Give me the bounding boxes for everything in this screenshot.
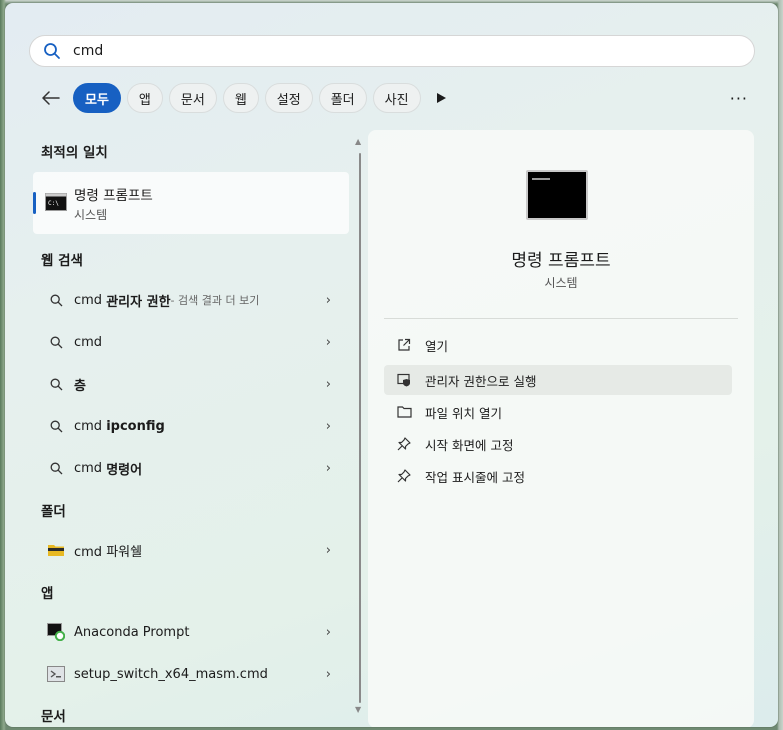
section-documents: 문서 <box>41 709 66 725</box>
web-result-bold: 층 <box>74 378 86 394</box>
chevron-right-icon: › <box>325 335 331 350</box>
chevron-right-icon: › <box>325 543 331 558</box>
web-result-bold: 관리자 권한 <box>106 294 171 310</box>
scroll-up-icon[interactable]: ▲ <box>355 137 361 146</box>
tab-apps[interactable]: 앱 <box>126 83 163 113</box>
section-folders: 폴더 <box>41 504 66 520</box>
filter-bar: 모두 앱 문서 웹 설정 폴더 사진 <box>39 83 451 113</box>
action-label: 관리자 권한으로 실행 <box>425 373 537 389</box>
search-icon <box>47 462 65 475</box>
best-match-title: 명령 프롬프트 <box>74 188 153 204</box>
chevron-right-icon: › <box>325 293 331 308</box>
search-icon <box>47 420 65 433</box>
folder-result-label: cmd 파워쉘 <box>74 544 143 560</box>
best-match-subtitle: 시스템 <box>74 208 108 222</box>
chevron-right-icon: › <box>325 667 331 682</box>
web-result-bold: 명령어 <box>106 462 143 478</box>
selection-indicator <box>33 192 36 214</box>
open-external-icon <box>396 338 412 352</box>
app-result-item[interactable]: Anaconda Prompt › <box>33 612 349 652</box>
action-label: 파일 위치 열기 <box>425 405 502 421</box>
web-result-prefix: cmd <box>74 460 103 476</box>
chevron-right-icon: › <box>325 419 331 434</box>
action-open-file-location[interactable]: 파일 위치 열기 <box>384 397 732 427</box>
web-result-prefix: cmd <box>74 292 103 308</box>
folder-icon <box>47 543 65 557</box>
web-result-item[interactable]: 층 › <box>33 364 349 404</box>
section-web-search: 웹 검색 <box>41 253 83 269</box>
play-more-icon[interactable] <box>435 90 451 106</box>
tab-settings[interactable]: 설정 <box>264 83 313 113</box>
best-match-item[interactable]: C:\ 명령 프롬프트 시스템 <box>33 172 349 234</box>
web-result-item[interactable]: cmd 명령어 › <box>33 448 349 488</box>
action-label: 열기 <box>425 338 449 354</box>
tab-all[interactable]: 모두 <box>73 83 121 113</box>
folder-icon <box>396 406 412 418</box>
pin-icon <box>396 437 412 451</box>
svg-text:C:\: C:\ <box>48 200 59 207</box>
web-result-prefix: cmd <box>74 418 103 434</box>
web-result-item[interactable]: cmd › <box>33 322 349 362</box>
section-best-match: 최적의 일치 <box>41 145 108 161</box>
app-result-label: setup_switch_x64_masm.cmd <box>74 666 268 682</box>
section-apps: 앱 <box>41 586 54 602</box>
action-label: 작업 표시줄에 고정 <box>425 469 525 485</box>
anaconda-prompt-icon <box>47 623 65 641</box>
action-open[interactable]: 열기 <box>384 330 732 360</box>
tab-web[interactable]: 웹 <box>222 83 259 113</box>
action-label: 시작 화면에 고정 <box>425 437 514 453</box>
results-scrollbar[interactable]: ▲ ▼ <box>355 137 362 714</box>
web-result-bold: ipconfig <box>106 418 165 434</box>
tab-folders[interactable]: 폴더 <box>318 83 367 113</box>
script-file-icon <box>47 666 65 682</box>
preview-subtitle: 시스템 <box>544 276 578 290</box>
web-result-prefix: cmd <box>74 334 103 350</box>
search-box[interactable] <box>29 35 755 67</box>
preview-divider <box>384 318 738 319</box>
search-icon <box>47 294 65 307</box>
command-prompt-icon: C:\ <box>45 193 67 211</box>
tab-photos[interactable]: 사진 <box>372 83 421 113</box>
app-result-label: Anaconda Prompt <box>74 624 190 640</box>
chevron-right-icon: › <box>325 377 331 392</box>
search-icon <box>47 378 65 391</box>
search-icon <box>44 43 60 59</box>
scrollbar-thumb[interactable] <box>359 153 361 703</box>
search-icon <box>47 336 65 349</box>
folder-result-item[interactable]: cmd 파워쉘 › <box>33 530 349 570</box>
web-result-suffix: - 검색 결과 더 보기 <box>170 294 260 307</box>
action-pin-to-start[interactable]: 시작 화면에 고정 <box>384 429 732 459</box>
search-window: 모두 앱 문서 웹 설정 폴더 사진 ··· 최적의 일치 C:\ 명령 프롬프… <box>5 3 778 727</box>
tab-documents[interactable]: 문서 <box>168 83 217 113</box>
preview-pane: 명령 프롬프트 시스템 열기 관리자 권한으로 실행 파일 위치 열기 시작 화… <box>368 130 754 727</box>
app-result-item[interactable]: setup_switch_x64_masm.cmd › <box>33 654 349 694</box>
scroll-down-icon[interactable]: ▼ <box>355 705 361 714</box>
action-run-as-admin[interactable]: 관리자 권한으로 실행 <box>384 365 732 395</box>
preview-title: 명령 프롬프트 <box>511 251 611 271</box>
pin-icon <box>396 469 412 483</box>
command-prompt-large-icon <box>526 170 588 220</box>
search-input[interactable] <box>71 42 675 60</box>
action-pin-to-taskbar[interactable]: 작업 표시줄에 고정 <box>384 461 732 491</box>
more-options-button[interactable]: ··· <box>730 89 748 108</box>
chevron-right-icon: › <box>325 625 331 640</box>
shield-admin-icon <box>396 373 412 387</box>
back-arrow-icon[interactable] <box>39 86 63 110</box>
web-result-item[interactable]: cmd ipconfig › <box>33 406 349 446</box>
chevron-right-icon: › <box>325 461 331 476</box>
web-result-item[interactable]: cmd 관리자 권한 - 검색 결과 더 보기 › <box>33 280 349 320</box>
